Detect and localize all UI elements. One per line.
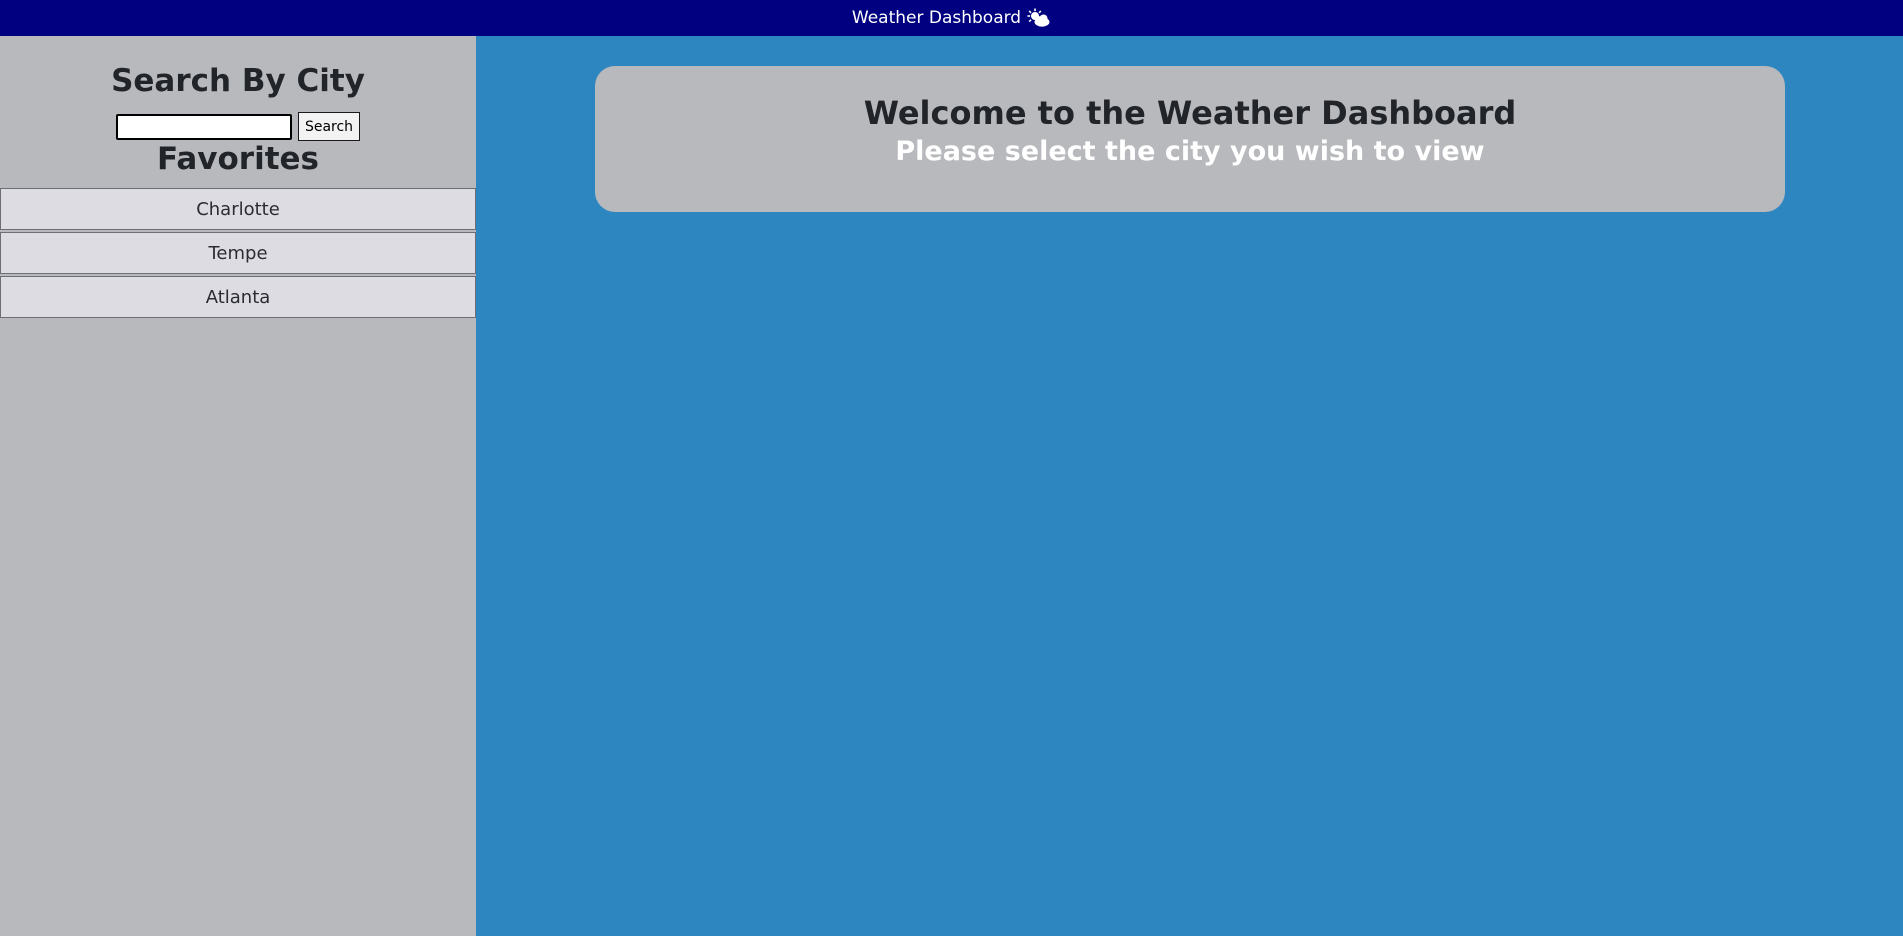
search-button[interactable]: Search — [297, 112, 361, 141]
favorite-city-tempe[interactable]: Tempe — [0, 232, 476, 274]
welcome-subtitle: Please select the city you wish to view — [895, 136, 1485, 168]
search-by-city-heading: Search By City — [111, 63, 365, 99]
favorite-city-atlanta[interactable]: Atlanta — [0, 276, 476, 318]
sun-behind-cloud-icon — [1027, 8, 1051, 28]
main-content: Welcome to the Weather Dashboard Please … — [476, 36, 1903, 936]
app-title: Weather Dashboard — [851, 8, 1022, 28]
favorites-heading: Favorites — [157, 141, 319, 177]
welcome-card: Welcome to the Weather Dashboard Please … — [595, 66, 1785, 212]
search-form: Search — [0, 112, 476, 141]
welcome-title: Welcome to the Weather Dashboard — [863, 94, 1517, 132]
favorites-list: Charlotte Tempe Atlanta — [0, 188, 476, 320]
city-search-input[interactable] — [115, 113, 292, 140]
app-header: Weather Dashboard — [0, 0, 1903, 36]
sidebar: Search By City Search Favorites Charlott… — [0, 36, 476, 936]
favorite-city-charlotte[interactable]: Charlotte — [0, 188, 476, 230]
